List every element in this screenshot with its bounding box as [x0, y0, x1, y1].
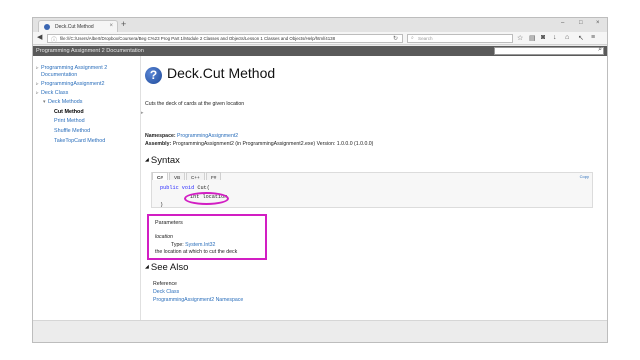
- browser-window: Deck.Cut Method × + – □ × ◀ ⓘ file:///C:…: [32, 17, 608, 343]
- parameter-type-link[interactable]: System.Int32: [185, 242, 215, 248]
- toc-item-deck-class[interactable]: Deck Class: [41, 90, 68, 97]
- toc-item-cut-method[interactable]: Cut Method: [54, 109, 84, 116]
- doc-header: Programming Assignment 2 Documentation ⌕: [33, 46, 607, 56]
- highlight-ellipse: [184, 192, 229, 205]
- page-icon: [44, 24, 50, 30]
- sync-icon[interactable]: ↖: [578, 34, 584, 42]
- home-icon[interactable]: ⌂: [565, 34, 569, 41]
- parameter-description: the location at which to cut the deck: [155, 249, 238, 255]
- back-arrow-icon[interactable]: ◀: [37, 33, 42, 41]
- syntax-heading[interactable]: ◢ Syntax: [145, 155, 180, 166]
- toc-item-deck-methods[interactable]: Deck Methods: [48, 99, 82, 106]
- search-icon[interactable]: ⌕: [598, 46, 602, 54]
- namespace-line: Namespace: ProgrammingAssignment2: [145, 133, 238, 139]
- minimize-button[interactable]: –: [561, 20, 564, 26]
- page-title: Deck.Cut Method: [167, 65, 276, 81]
- browser-tab[interactable]: Deck.Cut Method ×: [38, 20, 118, 32]
- assembly-label: Assembly:: [145, 141, 172, 147]
- maximize-button[interactable]: □: [579, 20, 583, 26]
- tab-csharp[interactable]: C#: [152, 172, 168, 180]
- expand-arrow-icon[interactable]: ▹: [36, 81, 39, 87]
- namespace-label: Namespace:: [145, 133, 176, 139]
- url-bar[interactable]: ⓘ file:///C:/Users/Albert/Dropbox/Course…: [47, 34, 403, 43]
- syntax-code-box: C# VB C++ F# Copy public void Cut( int l…: [151, 172, 593, 208]
- navigation-toolbar: ◀ ⓘ file:///C:/Users/Albert/Dropbox/Cour…: [33, 32, 607, 45]
- tab-title: Deck.Cut Method: [55, 24, 94, 30]
- deck-class-link[interactable]: Deck Class: [153, 289, 179, 295]
- new-tab-button[interactable]: +: [121, 19, 126, 29]
- content-pane: ? Deck.Cut Method Cuts the deck of cards…: [145, 56, 605, 320]
- toc-item-namespace[interactable]: ProgrammingAssignment2: [41, 81, 105, 88]
- method-summary: Cuts the deck of cards at the given loca…: [145, 101, 245, 107]
- collapse-triangle-icon[interactable]: ◢: [145, 157, 149, 163]
- tab-fsharp[interactable]: F#: [206, 172, 222, 180]
- tab-cpp[interactable]: C++: [186, 172, 205, 180]
- code-line-3: ): [160, 202, 164, 208]
- doc-search-input[interactable]: ⌕: [494, 46, 604, 55]
- parameter-type: Type: System.Int32: [171, 242, 216, 248]
- search-placeholder: Search: [418, 36, 433, 41]
- see-also-heading[interactable]: ◢ See Also: [145, 262, 188, 273]
- toc-item-taketopcard-method[interactable]: TakeTopCard Method: [54, 138, 105, 145]
- parameters-heading: Parameters: [155, 220, 183, 226]
- collapse-triangle-icon[interactable]: ◢: [145, 264, 149, 270]
- code-line-1: public void Cut(: [160, 185, 210, 191]
- splitter-handle[interactable]: ▸: [141, 110, 144, 116]
- search-input[interactable]: ⌕ Search: [407, 34, 513, 43]
- toc-sidebar: ▹ Programming Assignment 2 Documentation…: [33, 56, 141, 320]
- namespace-link[interactable]: ProgrammingAssignment2: [177, 133, 238, 139]
- tab-vb[interactable]: VB: [169, 172, 186, 180]
- expand-arrow-icon[interactable]: ▹: [36, 90, 39, 96]
- copy-link[interactable]: Copy: [580, 174, 589, 179]
- tab-bar: Deck.Cut Method × + – □ ×: [33, 18, 607, 32]
- help-icon: ?: [145, 67, 162, 84]
- doc-header-title: Programming Assignment 2 Documentation: [36, 47, 144, 54]
- toc-item-root-line2[interactable]: Documentation: [41, 72, 77, 79]
- parameter-name: location: [155, 234, 173, 240]
- reload-icon[interactable]: ↻: [393, 35, 398, 42]
- doc-footer: [33, 320, 607, 342]
- url-text: file:///C:/Users/Albert/Dropbox/Coursera…: [60, 36, 336, 41]
- reference-label: Reference: [153, 281, 177, 287]
- close-window-button[interactable]: ×: [596, 20, 600, 26]
- expand-arrow-icon[interactable]: ▹: [36, 65, 39, 71]
- namespace-ref-link[interactable]: ProgrammingAssignment2 Namespace: [153, 297, 243, 303]
- pocket-icon[interactable]: ◙: [541, 34, 545, 41]
- info-icon[interactable]: ⓘ: [51, 35, 57, 42]
- reading-list-icon[interactable]: ▤: [529, 34, 536, 42]
- tab-close-icon[interactable]: ×: [109, 23, 113, 29]
- collapse-arrow-icon[interactable]: ▾: [43, 99, 46, 105]
- parameters-box: Parameters location Type: System.Int32 t…: [147, 214, 267, 260]
- toc-item-root[interactable]: Programming Assignment 2: [41, 65, 107, 72]
- search-icon: ⌕: [411, 35, 414, 41]
- assembly-line: Assembly: ProgrammingAssignment2 (in Pro…: [145, 141, 373, 147]
- toc-item-print-method[interactable]: Print Method: [54, 118, 85, 125]
- toc-item-shuffle-method[interactable]: Shuffle Method: [54, 128, 90, 135]
- doc-body: ▹ Programming Assignment 2 Documentation…: [33, 56, 607, 320]
- assembly-value: ProgrammingAssignment2 (in ProgrammingAs…: [172, 141, 374, 147]
- download-icon[interactable]: ↓: [553, 34, 557, 41]
- bookmark-star-icon[interactable]: ☆: [517, 34, 523, 42]
- menu-icon[interactable]: ≡: [591, 34, 595, 41]
